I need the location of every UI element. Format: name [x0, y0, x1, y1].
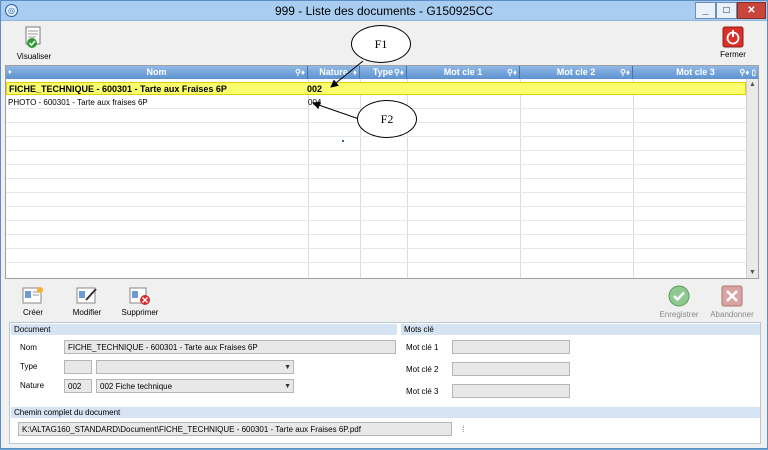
supprimer-label: Supprimer [121, 308, 159, 317]
abandonner-icon [720, 284, 744, 310]
creer-button[interactable]: Créer [15, 286, 51, 317]
nature-code-field[interactable]: 002 [64, 379, 92, 393]
nature-label: Nature [20, 381, 45, 390]
type-select[interactable]: ▼ [96, 360, 294, 374]
chevron-down-icon: ▼ [284, 383, 291, 390]
enregistrer-button[interactable]: Enregistrer [655, 284, 703, 319]
motcle2-field[interactable] [452, 362, 570, 376]
type-code-field[interactable] [64, 360, 92, 374]
motcle3-field[interactable] [452, 384, 570, 398]
annotation-f1: F1 [351, 25, 411, 63]
section-document-title: Document [11, 324, 397, 335]
nature-select-value: 002 Fiche technique [100, 382, 173, 391]
chemin-field[interactable]: K:\ALTAG160_STANDARD\Document\FICHE_TECH… [18, 422, 452, 436]
creer-label: Créer [22, 308, 43, 317]
main-window: ◎ 999 - Liste des documents - G150925CC … [0, 0, 768, 449]
section-motscle-title: Mots clé [401, 324, 760, 335]
browse-icon[interactable]: ⁞ [462, 424, 472, 436]
abandonner-button[interactable]: Abandonner [707, 284, 757, 319]
motcle1-label: Mot clé 1 [406, 343, 439, 352]
motcle1-field[interactable] [452, 340, 570, 354]
annotation-f2: F2 [357, 100, 417, 138]
modifier-button[interactable]: Modifier [67, 286, 107, 317]
motcle2-label: Mot clé 2 [406, 365, 439, 374]
enregistrer-label: Enregistrer [659, 310, 699, 319]
supprimer-button[interactable]: Supprimer [117, 286, 163, 317]
document-form: Document Mots clé Nom FICHE_TECHNIQUE - … [9, 322, 761, 444]
supprimer-icon [128, 286, 152, 308]
chevron-down-icon: ▼ [284, 364, 291, 371]
creer-icon [21, 286, 45, 308]
abandonner-label: Abandonner [710, 310, 754, 319]
nature-select[interactable]: 002 Fiche technique ▼ [96, 379, 294, 393]
modifier-icon [75, 286, 99, 308]
enregistrer-icon [667, 284, 691, 310]
nom-field[interactable]: FICHE_TECHNIQUE - 600301 - Tarte aux Fra… [64, 340, 396, 354]
modifier-label: Modifier [72, 308, 102, 317]
section-chemin-title: Chemin complet du document [11, 407, 760, 418]
nom-label: Nom [20, 343, 37, 352]
motcle3-label: Mot clé 3 [406, 387, 439, 396]
type-label: Type [20, 362, 38, 371]
